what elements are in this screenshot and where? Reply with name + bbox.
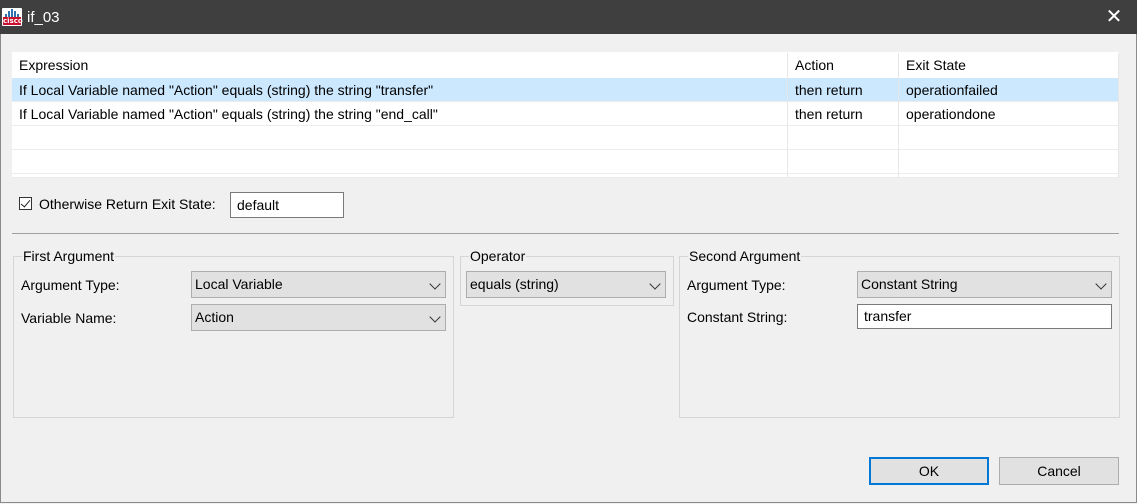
column-header-expression[interactable]: Expression <box>12 53 788 78</box>
chevron-down-icon <box>429 278 441 290</box>
table-row[interactable]: If Local Variable named "Action" equals … <box>12 78 1119 102</box>
otherwise-label: Otherwise Return Exit State: <box>39 196 216 212</box>
conditions-table[interactable]: Expression Action Exit State If Local Va… <box>12 52 1119 178</box>
table-header: Expression Action Exit State <box>12 53 1119 78</box>
separator <box>12 233 1119 234</box>
variable-name-select[interactable]: Action <box>191 304 446 331</box>
expression-cell: If Local Variable named "Action" equals … <box>12 102 788 126</box>
column-header-exit-state[interactable]: Exit State <box>899 53 1119 78</box>
empty-table-row <box>12 174 1119 178</box>
expression-cell: If Local Variable named "Action" equals … <box>12 78 788 102</box>
cancel-button[interactable]: Cancel <box>999 457 1119 485</box>
action-cell: then return <box>788 78 899 102</box>
second-argument-type-value: Constant String <box>861 276 958 292</box>
chevron-down-icon <box>429 311 441 323</box>
first-argument-type-value: Local Variable <box>195 276 283 292</box>
logo-text: cisco <box>3 17 23 25</box>
ok-button[interactable]: OK <box>869 457 989 485</box>
otherwise-checkbox[interactable] <box>19 197 32 210</box>
empty-table-row[interactable] <box>12 126 1119 150</box>
exit-state-cell: operationdone <box>899 102 1119 126</box>
second-argument-title: Second Argument <box>688 248 802 264</box>
second-argument-type-label: Argument Type: <box>687 277 786 293</box>
chevron-down-icon <box>649 278 661 290</box>
empty-table-row[interactable] <box>12 150 1119 174</box>
otherwise-exit-state-input[interactable]: default <box>230 192 344 218</box>
chevron-down-icon <box>1095 278 1107 290</box>
variable-name-label: Variable Name: <box>21 310 117 326</box>
first-argument-title: First Argument <box>22 248 116 264</box>
window-title: if_03 <box>27 9 60 26</box>
constant-string-label: Constant String: <box>687 309 788 325</box>
column-header-action[interactable]: Action <box>788 53 899 78</box>
operator-title: Operator <box>469 248 527 264</box>
first-argument-type-label: Argument Type: <box>21 277 120 293</box>
constant-string-input[interactable]: transfer <box>857 304 1112 329</box>
close-icon[interactable]: ✕ <box>1091 0 1137 34</box>
first-argument-type-select[interactable]: Local Variable <box>191 271 446 298</box>
exit-state-cell: operationfailed <box>899 78 1119 102</box>
cisco-logo-icon: cisco <box>2 8 23 26</box>
operator-select[interactable]: equals (string) <box>466 271 666 298</box>
title-bar[interactable]: cisco if_03 ✕ <box>0 0 1137 34</box>
action-cell: then return <box>788 102 899 126</box>
variable-name-value: Action <box>195 309 234 325</box>
operator-value: equals (string) <box>470 276 559 292</box>
table-row[interactable]: If Local Variable named "Action" equals … <box>12 102 1119 126</box>
second-argument-type-select[interactable]: Constant String <box>857 271 1112 298</box>
